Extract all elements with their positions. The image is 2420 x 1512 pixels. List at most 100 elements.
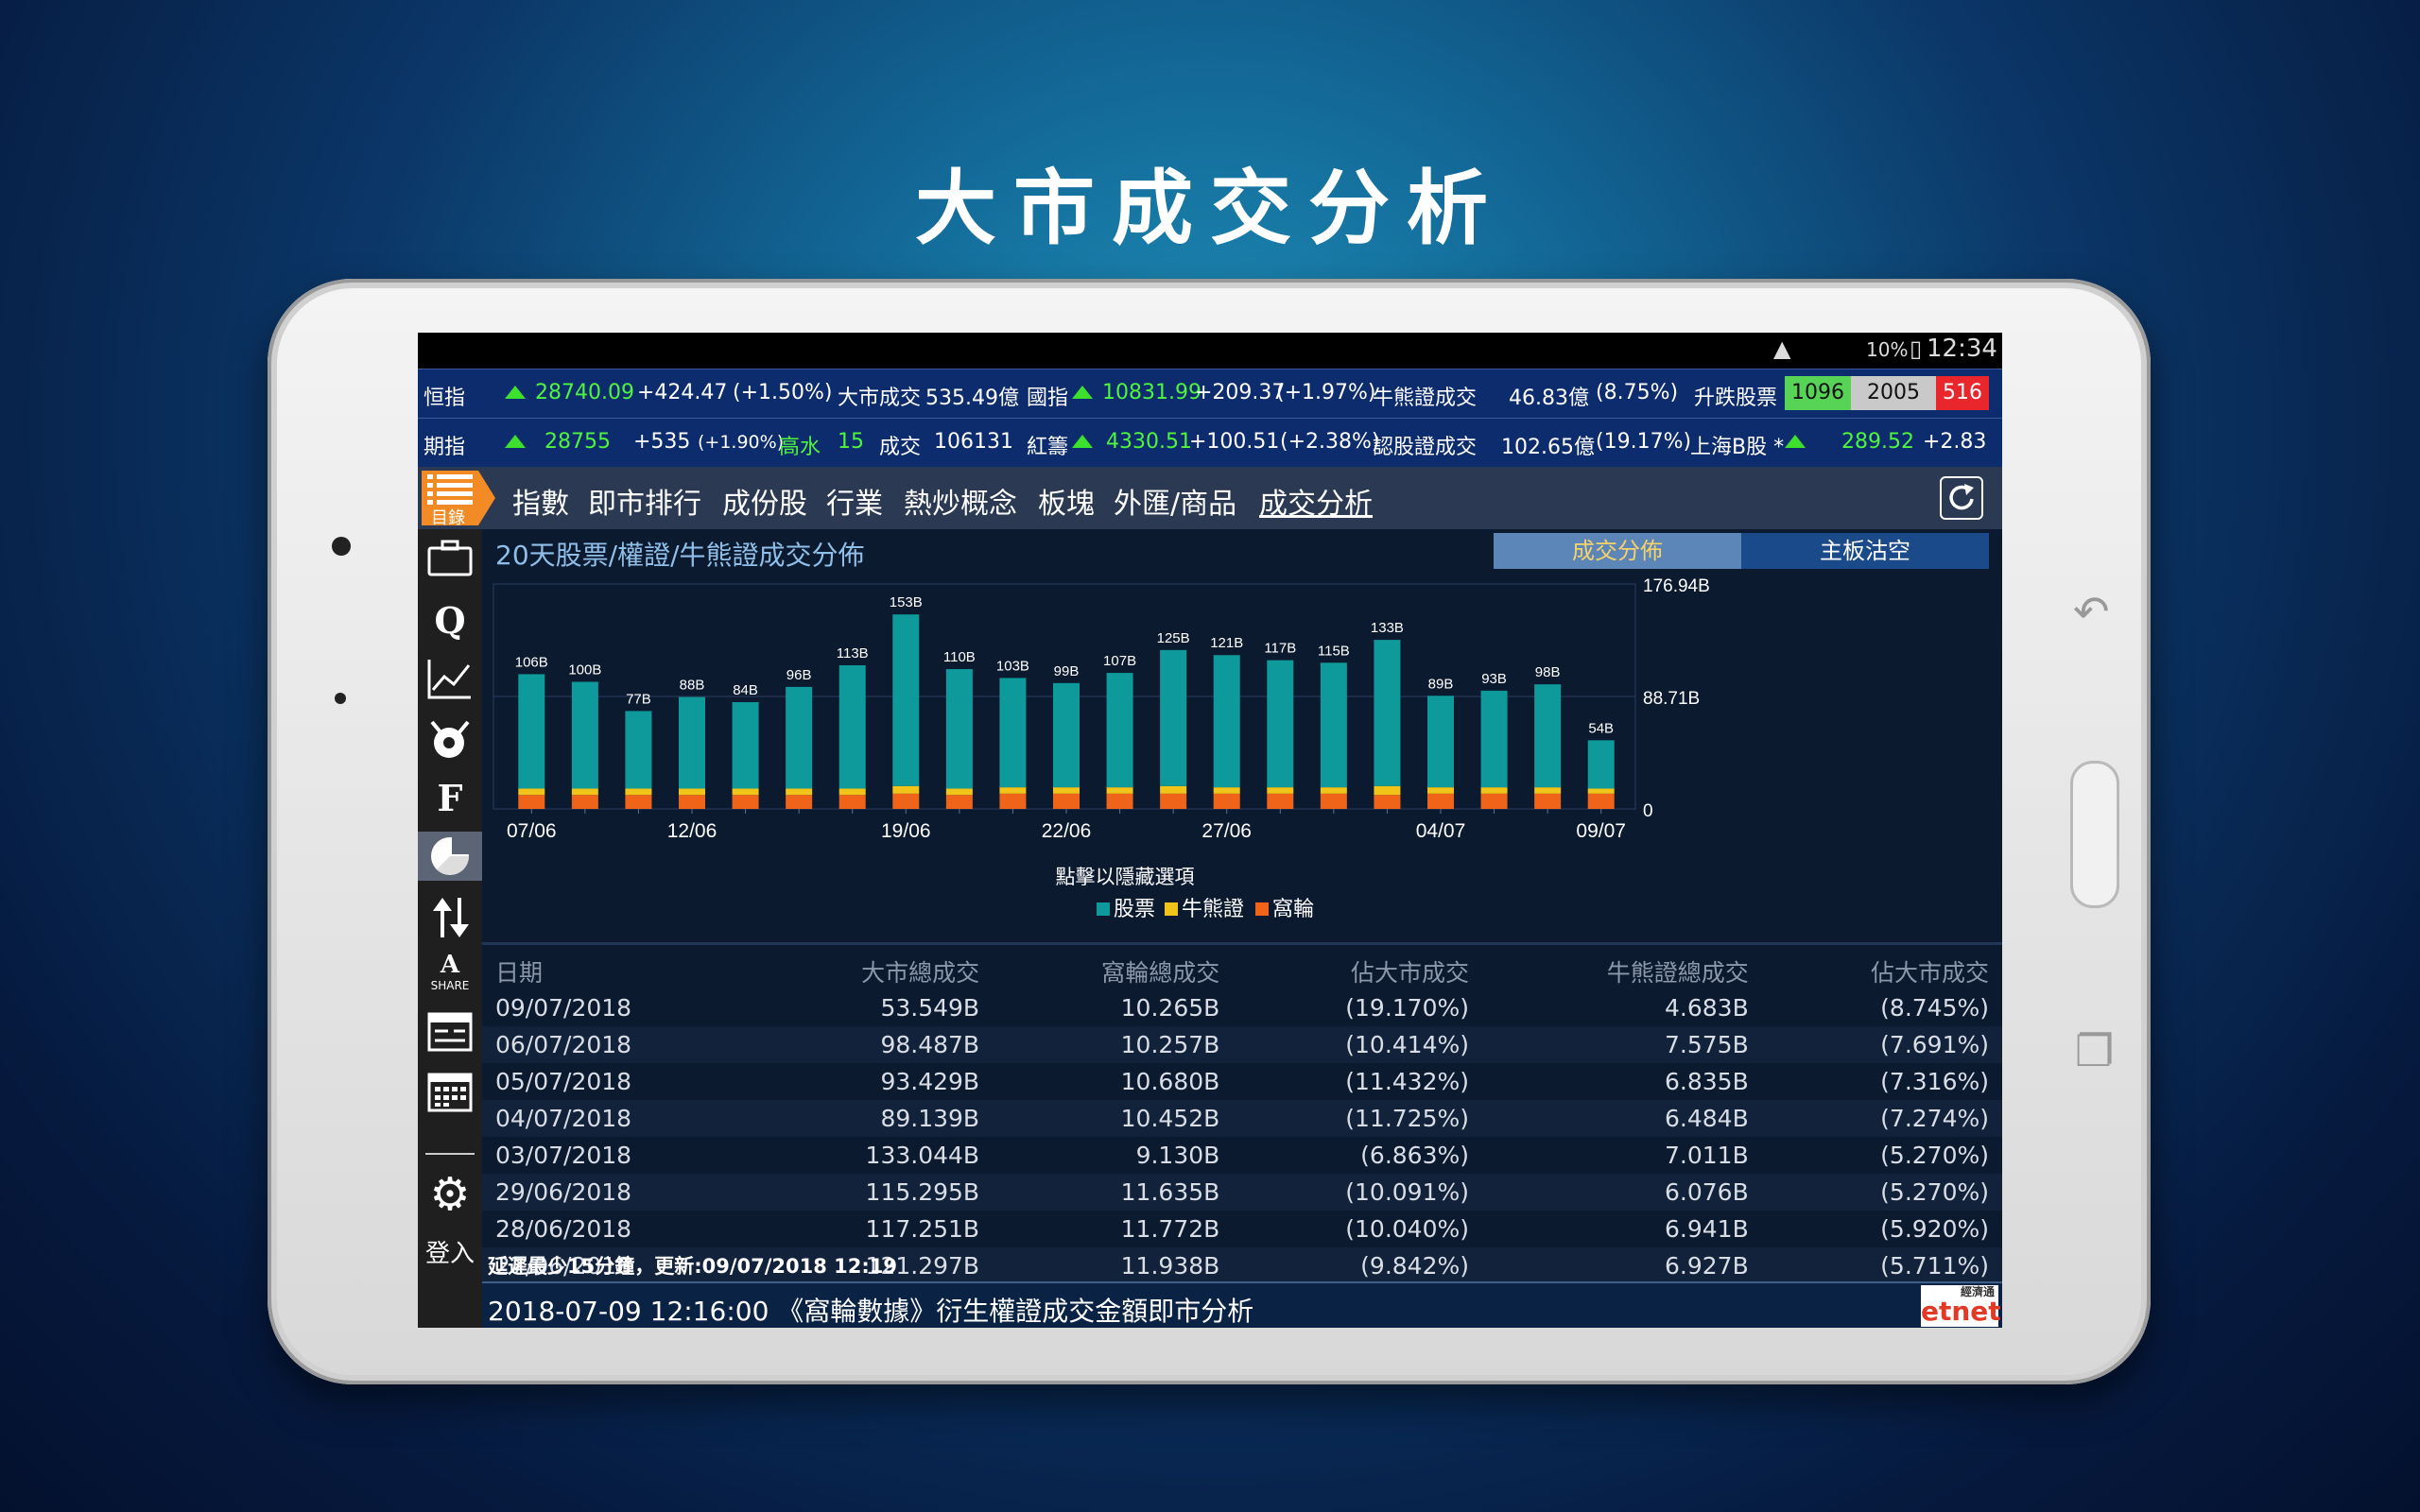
status-bar: ▲ 10% ▯ 12:34 — [418, 333, 2002, 369]
hsi-value: 28740.09 — [535, 381, 634, 404]
redchip-value: 4330.51 — [1106, 430, 1192, 454]
x-tick-label: 22/06 — [1042, 820, 1092, 842]
bar-segment — [1587, 740, 1615, 789]
legend-cbbc[interactable]: 牛熊證 — [1165, 892, 1244, 922]
a-share-letter: A — [440, 951, 460, 979]
hscei-label: 國指 — [1027, 387, 1069, 410]
sidebar: Q F A SHARE ⚙ 登入 — [418, 529, 482, 1328]
table-row[interactable]: 03/07/2018 133.044B 9.130B (6.863%) 7.011B (5… — [482, 1137, 2002, 1174]
tab-ranking[interactable]: 即市排行 — [588, 480, 701, 522]
bar-value-label: 88B — [680, 678, 705, 694]
table-header-row: 日期 大市總成交 窩輪總成交 佔大市成交 牛熊證總成交 佔大市成交 — [482, 953, 2002, 989]
bar-segment — [732, 702, 759, 789]
bar-segment — [1480, 793, 1508, 809]
hsi-label: 恒指 — [424, 387, 466, 410]
bar-segment — [1160, 793, 1187, 809]
legend-cbbc-swatch — [1165, 902, 1178, 916]
bar-segment — [571, 681, 598, 789]
bar-segment — [1213, 655, 1240, 788]
bar-segment — [1053, 787, 1080, 794]
battery-level: 10% — [1866, 338, 1909, 361]
tab-forex-commodities[interactable]: 外匯/商品 — [1114, 480, 1236, 522]
bar-segment — [1480, 690, 1508, 788]
table-cell: 10.265B — [1120, 994, 1220, 1022]
bar-segment — [518, 795, 545, 809]
menu-button[interactable]: 目錄 — [422, 471, 495, 528]
app-screen: ▲ 10% ▯ 12:34 恒指 28740.09 +424.47 (+1.50… — [418, 333, 2002, 1328]
login-link[interactable]: 登入 — [425, 1234, 475, 1269]
bar-segment — [1320, 793, 1347, 809]
home-button[interactable] — [2070, 761, 2119, 908]
chart-hint[interactable]: 點擊以隱藏選項 — [482, 862, 1768, 890]
futures-label: 期指 — [424, 436, 466, 459]
bar-value-label: 96B — [786, 667, 812, 683]
bar-value-label: 99B — [1054, 663, 1080, 679]
table-cell: 6.835B — [1665, 1068, 1749, 1095]
bar-value-label: 98B — [1535, 664, 1561, 680]
legend-stocks[interactable]: 股票 — [1097, 892, 1155, 922]
table-cell: 93.429B — [880, 1068, 980, 1095]
table-row[interactable]: 06/07/2018 98.487B 10.257B (10.414%) 7.575B(… — [482, 1026, 2002, 1063]
table-cell: 6.927B — [1482, 1247, 1762, 1284]
table-row[interactable]: 05/07/2018 93.429B 10.680B (11.432%) 6.835B (… — [482, 1063, 2002, 1100]
table-row[interactable]: 09/07/2018 53.549B 10.265B (19.170%) 4.683B (… — [482, 989, 2002, 1026]
bar-segment — [1267, 793, 1294, 809]
table-cell: (10.040%) — [1345, 1215, 1470, 1243]
bar-segment — [518, 674, 545, 789]
table-row[interactable]: 04/07/2018 89.139B 10.452B (11.725%) 6.484B(… — [482, 1100, 2002, 1137]
portfolio-icon[interactable] — [425, 533, 475, 582]
hscei-value: 10831.99 — [1102, 381, 1201, 404]
transfer-arrows-icon[interactable] — [425, 892, 475, 941]
col-warrant-turnover: 窩輪總成交 — [1101, 958, 1220, 987]
quote-icon[interactable]: Q — [425, 595, 475, 644]
tab-industry[interactable]: 行業 — [826, 480, 883, 522]
legend-stocks-swatch — [1097, 902, 1110, 916]
legend-warrants[interactable]: 窩輪 — [1255, 892, 1314, 922]
bar-segment — [571, 795, 598, 809]
chart-icon[interactable] — [425, 654, 475, 703]
table-cell: 9.130B — [1135, 1142, 1220, 1169]
bar-segment — [786, 795, 813, 809]
bar-value-label: 100B — [568, 662, 601, 678]
table-cell: 10.257B — [993, 1026, 1234, 1063]
recent-apps-icon[interactable]: ❐ — [2075, 1025, 2114, 1076]
news-icon[interactable] — [425, 1007, 475, 1057]
bar-segment — [1267, 787, 1294, 794]
bar-segment — [786, 686, 813, 789]
turnover-analysis-panel: 20天股票/權證/牛熊證成交分佈 成交分佈 主板沽空 176.94B 88.71B… — [482, 529, 2002, 1328]
calendar-icon[interactable] — [425, 1066, 475, 1115]
tab-hot-concepts[interactable]: 熱炒概念 — [904, 480, 1017, 522]
turnover-pie-icon[interactable] — [418, 832, 482, 881]
list-icon — [427, 474, 473, 505]
fund-icon[interactable]: F — [425, 773, 475, 822]
unchanged-count: 2005 — [1851, 376, 1936, 410]
cbbc-value: 46.83億 — [1509, 387, 1589, 410]
bar-value-label: 125B — [1157, 630, 1190, 646]
bar-value-label: 103B — [996, 658, 1029, 674]
tab-constituents[interactable]: 成份股 — [722, 480, 807, 522]
table-row[interactable]: 29/06/2018 115.295B 11.635B (10.091%) 6.076B… — [482, 1174, 2002, 1211]
bar-segment — [892, 793, 920, 809]
col-cbbc-turnover: 牛熊證總成交 — [1606, 958, 1749, 987]
bull-bear-icon[interactable] — [425, 714, 475, 764]
tab-turnover-analysis[interactable]: 成交分析 — [1259, 480, 1373, 522]
segment-distribution[interactable]: 成交分佈 — [1494, 533, 1741, 569]
table-cell: 6.484B — [1482, 1100, 1762, 1137]
refresh-button[interactable] — [1940, 476, 1983, 520]
hscei-up-icon — [1072, 386, 1093, 399]
a-share-icon[interactable]: A SHARE — [425, 951, 475, 1000]
news-bar[interactable]: 2018-07-09 12:16:00 《窩輪數據》衍生權證成交金額即市分析 經… — [482, 1281, 2002, 1328]
settings-gear-icon[interactable]: ⚙ — [425, 1168, 475, 1221]
news-headline[interactable]: 2018-07-09 12:16:00 《窩輪數據》衍生權證成交金額即市分析 — [488, 1291, 1253, 1328]
bar-segment — [1213, 787, 1240, 794]
bar-segment — [945, 788, 973, 796]
segment-short-selling[interactable]: 主板沽空 — [1741, 533, 1989, 569]
bar-value-label: 54B — [1588, 720, 1614, 736]
back-icon[interactable]: ↶ — [2073, 586, 2110, 637]
legend-warrants-label: 窩輪 — [1272, 898, 1315, 921]
tab-index[interactable]: 指數 — [512, 480, 569, 522]
turnover-label: 大市成交 — [838, 387, 922, 410]
tab-sectors[interactable]: 板塊 — [1038, 480, 1095, 522]
bar-value-label: 89B — [1428, 676, 1454, 692]
table-row[interactable]: 28/06/2018 117.251B 11.772B (10.040%) 6.941B… — [482, 1211, 2002, 1247]
